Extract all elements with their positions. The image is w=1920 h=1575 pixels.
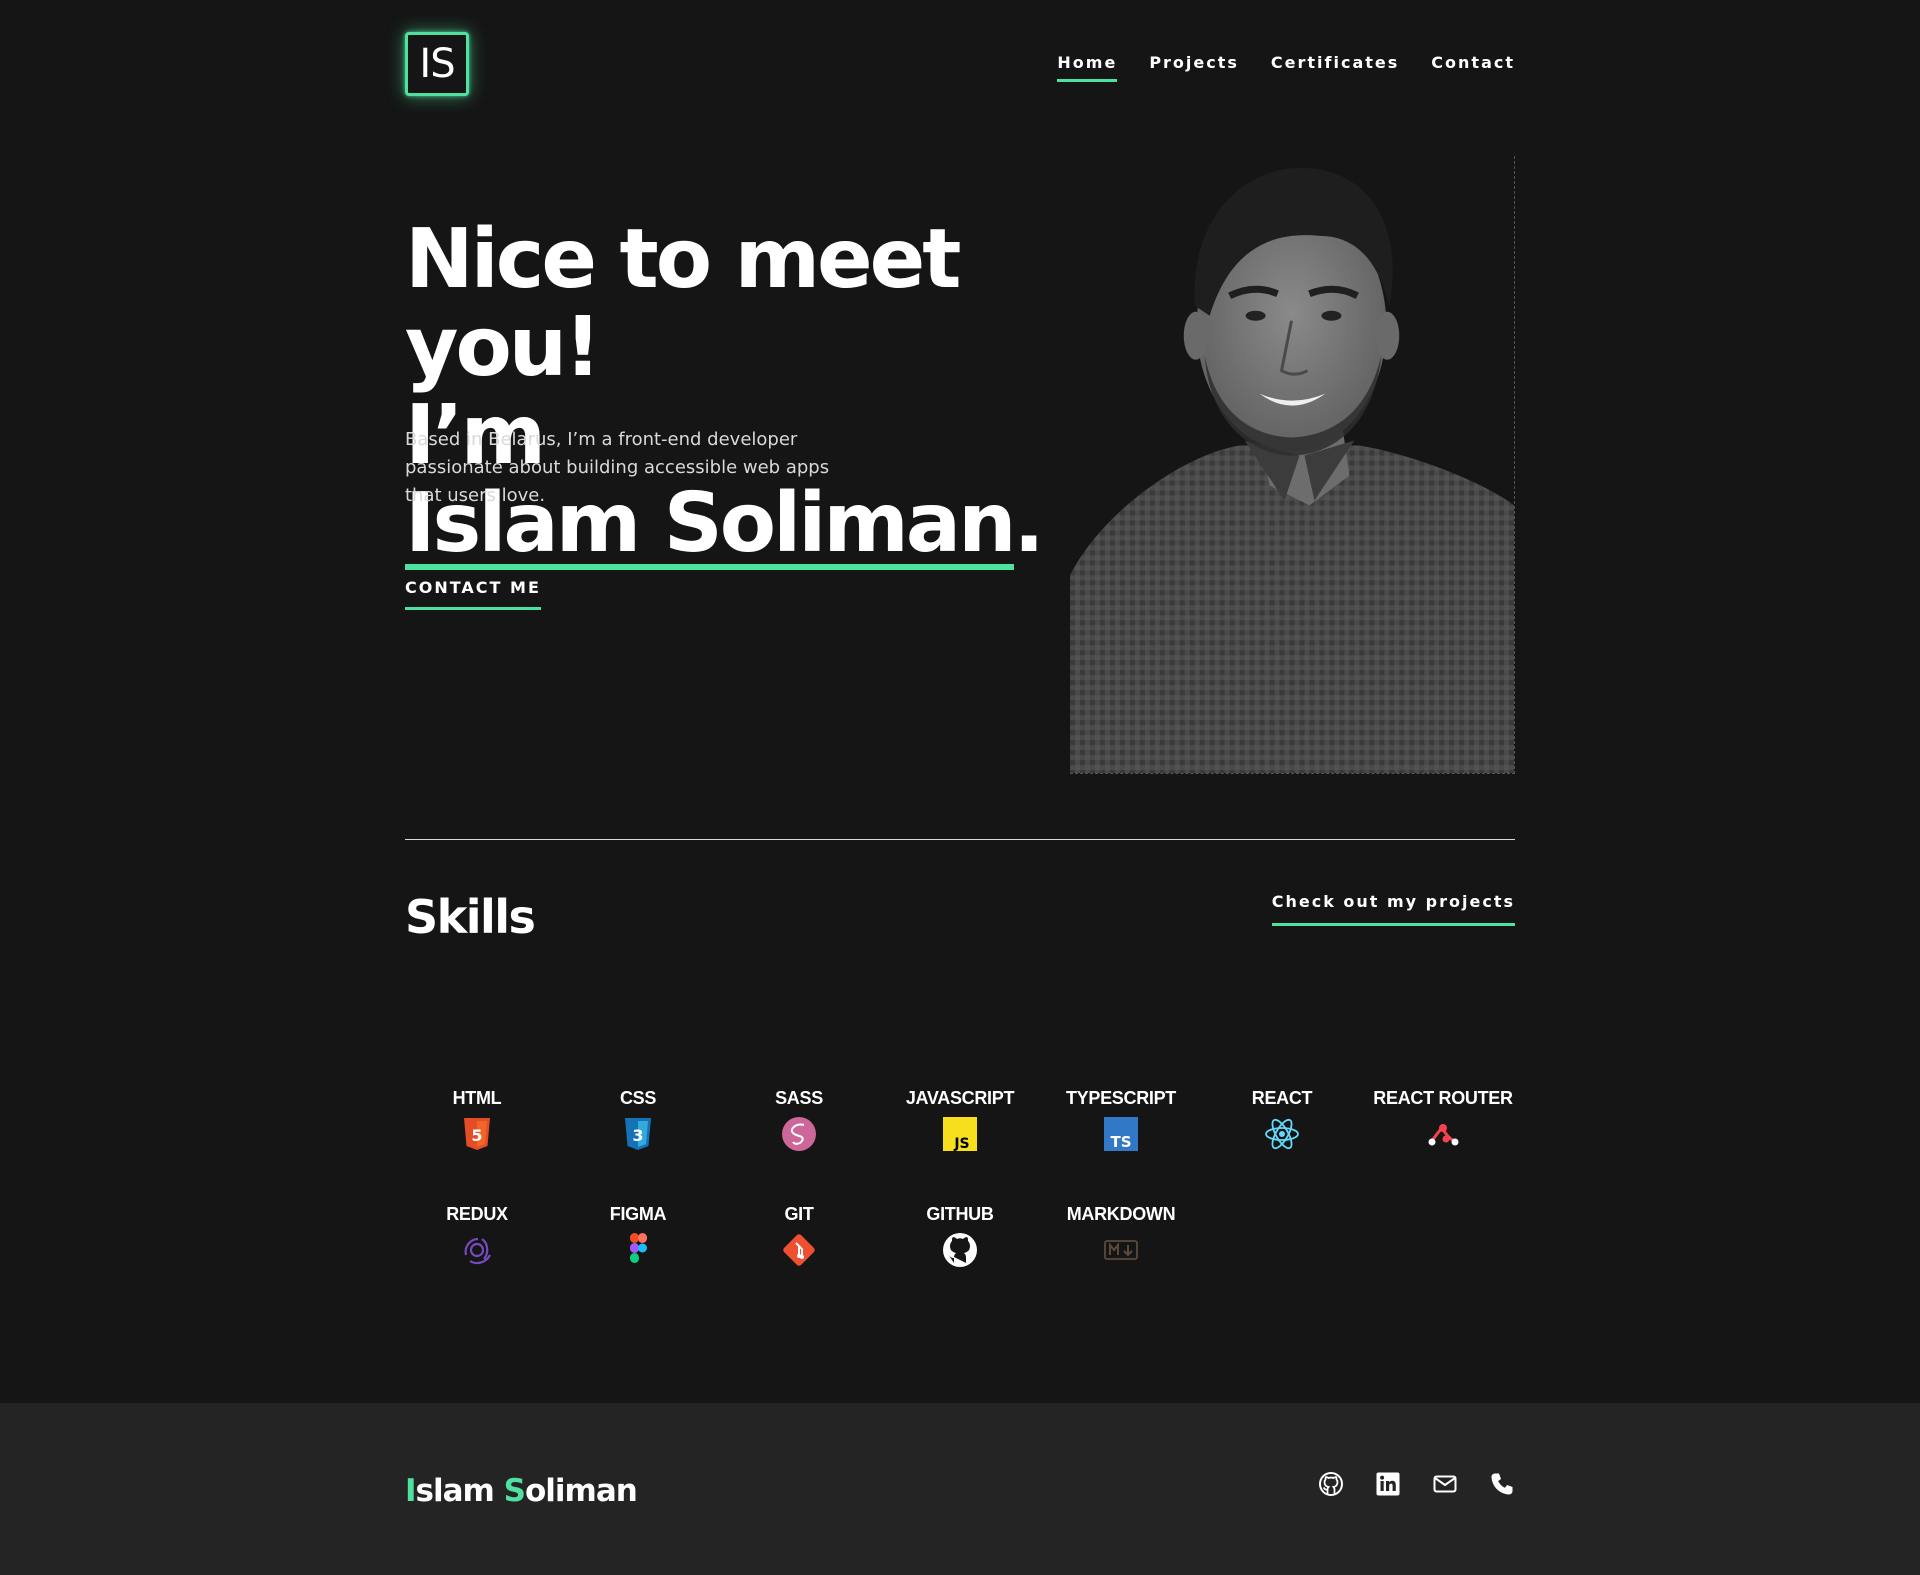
email-icon	[1433, 1475, 1457, 1493]
skill-label: REACT ROUTER	[1373, 1088, 1513, 1108]
check-projects-link[interactable]: Check out my projects	[1271, 892, 1515, 926]
hero-title-line1: Nice to meet you!	[405, 212, 961, 395]
svg-text:TS: TS	[1110, 1133, 1131, 1151]
nav-home[interactable]: Home	[1057, 53, 1118, 82]
contact-me-button[interactable]: CONTACT ME	[405, 578, 541, 610]
skill-css: CSS 3	[553, 1088, 723, 1153]
skill-react-router: REACT ROUTER	[1358, 1088, 1528, 1153]
linkedin-icon	[1376, 1472, 1400, 1496]
linkedin-link[interactable]	[1375, 1471, 1401, 1497]
section-divider	[405, 839, 1515, 840]
site-footer: Islam Soliman	[0, 1403, 1920, 1575]
css3-icon: 3	[625, 1118, 651, 1150]
profile-photo-image	[1070, 156, 1514, 773]
skill-label: HTML	[452, 1088, 502, 1108]
skill-label: FIGMA	[609, 1204, 667, 1224]
github-icon	[1319, 1472, 1343, 1496]
html5-icon: 5	[464, 1118, 490, 1150]
skill-markdown: MARKDOWN	[1036, 1204, 1206, 1269]
svg-text:3: 3	[632, 1126, 643, 1145]
footer-name: Islam Soliman	[405, 1473, 638, 1509]
nav-projects[interactable]: Projects	[1149, 53, 1239, 82]
nav-contact[interactable]: Contact	[1431, 53, 1515, 82]
sass-icon	[782, 1117, 816, 1151]
skill-label: SASS	[775, 1088, 823, 1108]
hero-description: Based in Belarus, I’m a front-end develo…	[405, 429, 830, 506]
main-nav: Home Projects Certificates Contact	[1057, 53, 1515, 82]
footer-name-initial-last: S	[503, 1473, 526, 1509]
skill-label: REDUX	[446, 1204, 508, 1224]
footer-name-last: oliman	[524, 1473, 638, 1509]
skill-react: REACT	[1197, 1088, 1367, 1153]
social-links	[1318, 1471, 1515, 1497]
skill-label: TYPESCRIPT	[1065, 1088, 1177, 1108]
github-link[interactable]	[1318, 1471, 1344, 1497]
footer-name-initial-first: I	[405, 1473, 417, 1509]
phone-link[interactable]	[1489, 1471, 1515, 1497]
skill-javascript: JAVASCRIPT JS	[875, 1088, 1045, 1153]
git-icon	[783, 1234, 815, 1266]
nav-certificates[interactable]: Certificates	[1271, 53, 1399, 82]
skill-github: GITHUB	[875, 1204, 1045, 1269]
skill-typescript: TYPESCRIPT TS	[1036, 1088, 1206, 1153]
skill-figma: FIGMA	[553, 1204, 723, 1269]
markdown-icon	[1104, 1240, 1138, 1260]
skill-git: GIT	[714, 1204, 884, 1269]
redux-icon	[464, 1237, 491, 1265]
hero-title-suffix: .	[1013, 476, 1045, 571]
skill-label: GIT	[784, 1204, 814, 1224]
skill-label: JAVASCRIPT	[905, 1088, 1015, 1108]
skill-redux: REDUX	[392, 1204, 562, 1269]
site-header: IS Home Projects Certificates Contact	[405, 32, 1515, 96]
react-icon	[1265, 1118, 1299, 1150]
footer-name-first: slam	[415, 1473, 504, 1509]
skills-title: Skills	[405, 890, 536, 944]
react-router-icon	[1428, 1124, 1459, 1146]
skills-header: Skills Check out my projects	[405, 880, 1515, 960]
skill-html: HTML 5	[392, 1088, 562, 1153]
svg-text:5: 5	[471, 1126, 482, 1145]
phone-icon	[1491, 1473, 1513, 1495]
skill-label: CSS	[619, 1088, 657, 1108]
skill-label: GITHUB	[926, 1204, 994, 1224]
logo[interactable]: IS	[405, 32, 469, 96]
email-link[interactable]	[1432, 1471, 1458, 1497]
svg-text:JS: JS	[953, 1136, 969, 1152]
figma-icon	[630, 1233, 647, 1263]
typescript-icon: TS	[1104, 1117, 1138, 1151]
profile-photo	[1070, 156, 1515, 774]
skill-label: REACT	[1251, 1088, 1313, 1108]
github-icon	[943, 1233, 977, 1267]
javascript-icon: JS	[943, 1117, 977, 1152]
skill-sass: SASS	[714, 1088, 884, 1153]
hero-title: Nice to meet you! I’m Islam Soliman.	[405, 216, 1165, 571]
skill-label: MARKDOWN	[1066, 1204, 1176, 1224]
hero-section: Nice to meet you! I’m Islam Soliman. Bas…	[405, 156, 1515, 776]
